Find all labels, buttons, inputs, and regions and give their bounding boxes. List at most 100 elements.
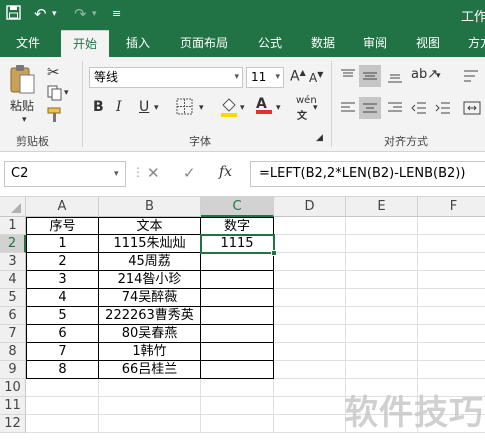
cell-f1[interactable]: [418, 217, 485, 235]
font-color-icon[interactable]: A: [256, 96, 272, 114]
tab-page-layout[interactable]: 页面布局: [172, 30, 236, 57]
cell-c12[interactable]: [201, 415, 274, 433]
cell-b4[interactable]: 214昝小珍: [99, 271, 201, 289]
cell-f8[interactable]: [418, 343, 485, 361]
cell-b12[interactable]: [99, 415, 201, 433]
align-right-icon[interactable]: [387, 101, 403, 118]
row-header-7[interactable]: 7: [0, 325, 26, 343]
row-header-9[interactable]: 9: [0, 361, 26, 379]
cell-e9[interactable]: [346, 361, 418, 379]
column-header-c[interactable]: C: [201, 197, 274, 217]
font-size-dropdown[interactable]: 11 ▾: [246, 67, 284, 88]
save-icon[interactable]: [6, 5, 21, 25]
cell-c4[interactable]: [201, 271, 274, 289]
row-header-2[interactable]: 2: [0, 235, 26, 253]
tab-home[interactable]: 开始: [61, 30, 109, 57]
confirm-entry-icon[interactable]: ✓: [183, 164, 196, 182]
cell-d8[interactable]: [274, 343, 346, 361]
decrease-font-icon[interactable]: A▼: [309, 70, 323, 85]
tab-formulas[interactable]: 公式: [250, 30, 290, 57]
phonetic-icon[interactable]: 文: [297, 107, 307, 122]
cell-f4[interactable]: [418, 271, 485, 289]
underline-dropdown-icon[interactable]: ▾: [154, 103, 159, 113]
formula-bar-grip-icon[interactable]: ⋮: [132, 165, 144, 179]
cell-c2[interactable]: 1115: [201, 235, 274, 253]
font-name-dropdown[interactable]: 等线 ▾: [89, 67, 243, 88]
cell-e3[interactable]: [346, 253, 418, 271]
cell-b7[interactable]: 80吴春燕: [99, 325, 201, 343]
cell-d3[interactable]: [274, 253, 346, 271]
orientation-dropdown-icon[interactable]: ▾: [436, 71, 441, 81]
row-header-1[interactable]: 1: [0, 217, 26, 235]
merge-center-icon[interactable]: [463, 101, 481, 118]
cell-a9[interactable]: 8: [26, 361, 99, 379]
cell-a6[interactable]: 5: [26, 307, 99, 325]
paste-icon[interactable]: [8, 63, 38, 97]
cell-d2[interactable]: [274, 235, 346, 253]
cell-b2[interactable]: 1115朱灿灿: [99, 235, 201, 253]
cell-b8[interactable]: 1韩竹: [99, 343, 201, 361]
underline-button[interactable]: U: [139, 99, 149, 115]
cell-b6[interactable]: 222263曹秀英: [99, 307, 201, 325]
orientation-icon[interactable]: ab↗: [411, 67, 438, 82]
cell-c11[interactable]: [201, 397, 274, 415]
borders-icon[interactable]: [176, 98, 193, 118]
phonetic-dropdown-icon[interactable]: ▾: [313, 103, 318, 113]
cell-c10[interactable]: [201, 379, 274, 397]
name-box-dropdown-icon[interactable]: ▾: [114, 169, 119, 179]
align-middle-icon[interactable]: [359, 65, 381, 87]
tab-data[interactable]: 数据: [303, 30, 343, 57]
cell-f6[interactable]: [418, 307, 485, 325]
fill-color-dropdown-icon[interactable]: ▾: [240, 103, 245, 113]
cell-d10[interactable]: [274, 379, 346, 397]
cell-d9[interactable]: [274, 361, 346, 379]
cell-c6[interactable]: [201, 307, 274, 325]
increase-indent-icon[interactable]: [435, 101, 451, 118]
cell-c1[interactable]: 数字: [201, 217, 274, 235]
bold-button[interactable]: B: [93, 99, 104, 115]
borders-dropdown-icon[interactable]: ▾: [199, 103, 204, 113]
cell-c7[interactable]: [201, 325, 274, 343]
align-top-icon[interactable]: [340, 69, 356, 86]
row-header-10[interactable]: 10: [0, 379, 26, 397]
cell-a11[interactable]: [26, 397, 99, 415]
cell-a10[interactable]: [26, 379, 99, 397]
cell-e1[interactable]: [346, 217, 418, 235]
cell-a1[interactable]: 序号: [26, 217, 99, 235]
select-all-corner[interactable]: [0, 197, 26, 217]
cell-e8[interactable]: [346, 343, 418, 361]
row-header-11[interactable]: 11: [0, 397, 26, 415]
undo-icon[interactable]: ↶: [34, 5, 47, 23]
row-header-3[interactable]: 3: [0, 253, 26, 271]
fill-handle[interactable]: [271, 250, 277, 256]
tab-insert[interactable]: 插入: [118, 30, 158, 57]
column-header-f[interactable]: F: [418, 197, 485, 217]
font-dialog-launcher-icon[interactable]: ◢: [316, 133, 323, 143]
tab-view[interactable]: 视图: [408, 30, 448, 57]
format-painter-icon[interactable]: [47, 107, 63, 126]
cancel-entry-icon[interactable]: ✕: [147, 164, 160, 182]
tab-file[interactable]: 文件: [8, 30, 48, 57]
font-color-dropdown-icon[interactable]: ▾: [276, 103, 281, 113]
column-header-a[interactable]: A: [26, 197, 99, 217]
increase-font-icon[interactable]: A▲: [290, 68, 306, 85]
formula-input[interactable]: =LEFT(B2,2*LEN(B2)-LENB(B2)): [250, 161, 485, 187]
cell-d7[interactable]: [274, 325, 346, 343]
cell-e5[interactable]: [346, 289, 418, 307]
cell-d11[interactable]: [274, 397, 346, 415]
cell-b10[interactable]: [99, 379, 201, 397]
cut-icon[interactable]: ✂: [47, 63, 60, 81]
cell-b9[interactable]: 66吕桂兰: [99, 361, 201, 379]
cell-f7[interactable]: [418, 325, 485, 343]
cell-f2[interactable]: [418, 235, 485, 253]
cell-c8[interactable]: [201, 343, 274, 361]
fill-color-icon[interactable]: [220, 97, 238, 120]
name-box[interactable]: C2: [4, 161, 126, 187]
cell-d4[interactable]: [274, 271, 346, 289]
cell-b3[interactable]: 45周荔: [99, 253, 201, 271]
cell-a5[interactable]: 4: [26, 289, 99, 307]
insert-function-icon[interactable]: fx: [219, 164, 232, 180]
row-header-12[interactable]: 12: [0, 415, 26, 433]
cell-f5[interactable]: [418, 289, 485, 307]
cell-a12[interactable]: [26, 415, 99, 433]
